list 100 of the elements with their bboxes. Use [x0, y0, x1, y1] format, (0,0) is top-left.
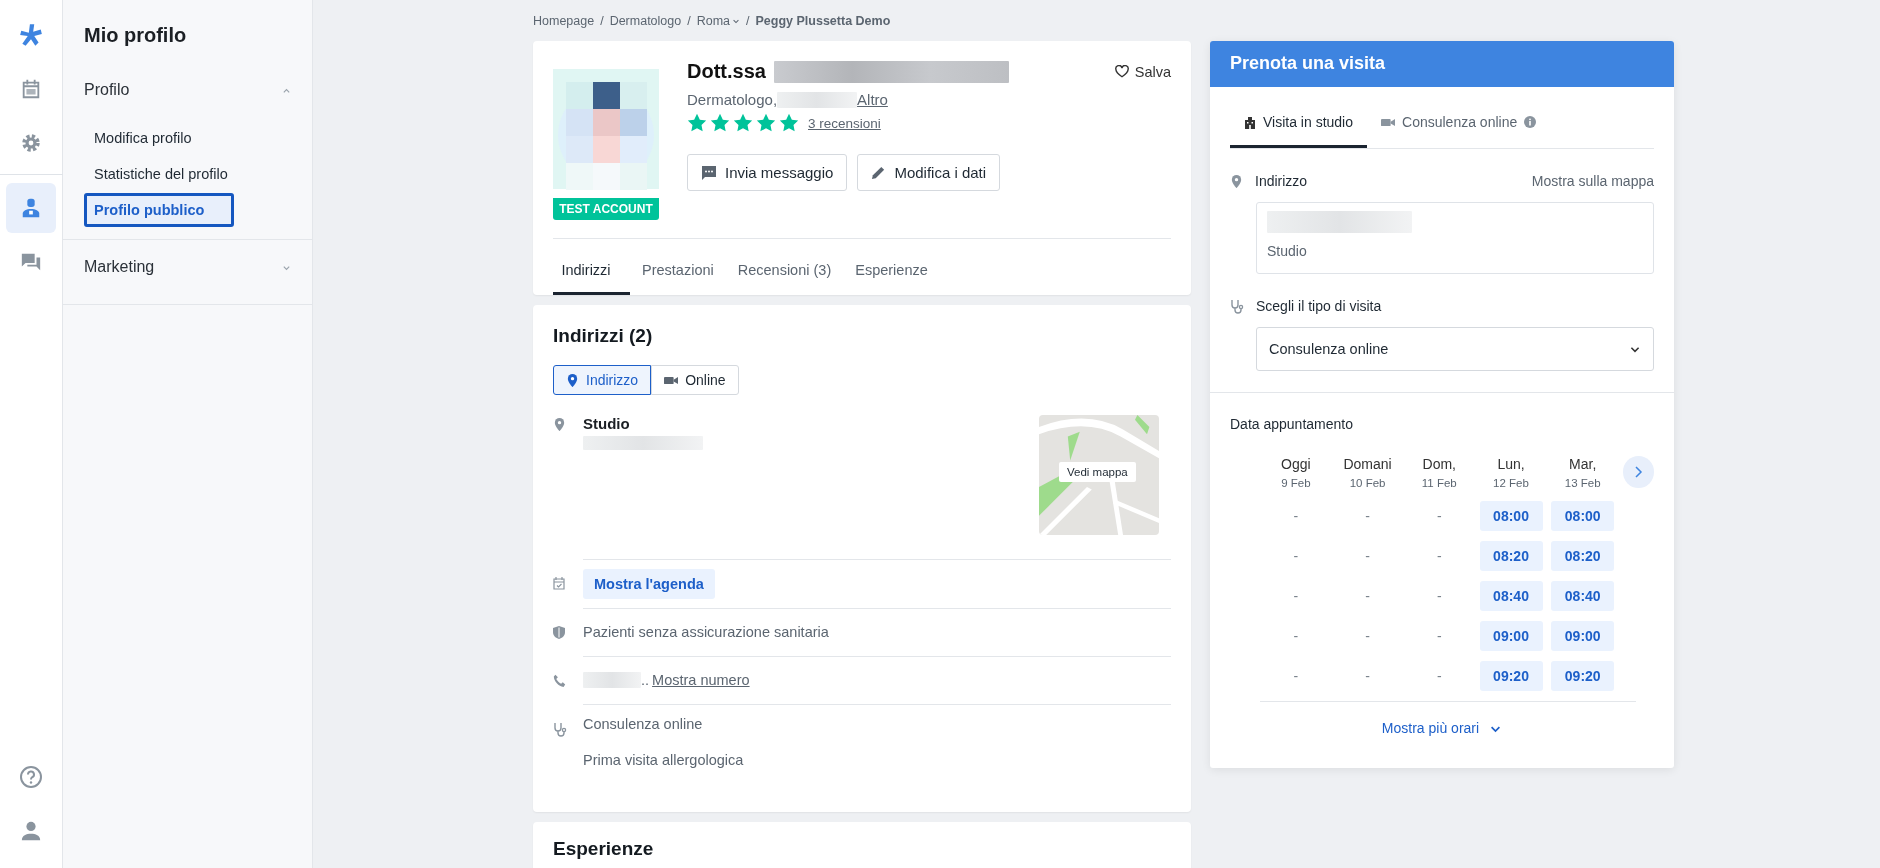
service-text: Prima visita allergologica [583, 752, 744, 768]
logo-icon [18, 22, 44, 48]
no-slot-text: - [1292, 547, 1300, 566]
calendar-icon [20, 78, 42, 100]
time-slot-button[interactable]: 08:00 [1551, 501, 1615, 531]
no-slot-text: - [1364, 507, 1371, 526]
booking-tab[interactable]: Consulenza online [1367, 102, 1551, 148]
pencil-icon [871, 165, 887, 180]
specialty-link[interactable]: Altro [857, 91, 888, 108]
save-button[interactable]: Salva [1114, 63, 1171, 80]
time-slot-button[interactable]: 09:00 [1551, 621, 1615, 651]
stethoscope-icon [553, 722, 567, 737]
profile-tab[interactable]: Prestazioni [630, 249, 726, 295]
no-slot-text: - [1435, 627, 1443, 646]
video-camera-icon [664, 374, 679, 386]
specialty-text: Dermatologo, [687, 91, 778, 108]
shield-icon [553, 626, 565, 639]
more-times-button[interactable]: Mostra più orari [1381, 720, 1503, 736]
section-header[interactable]: Marketing [84, 258, 291, 286]
no-slot-text: - [1435, 547, 1443, 566]
send-message-button[interactable]: Invia messaggio [687, 154, 848, 191]
doctor-title: Dott.ssa [687, 60, 766, 83]
phone-icon [553, 674, 566, 687]
show-number-link[interactable]: Mostra numero [652, 672, 750, 688]
day-date: 13 Feb [1564, 477, 1601, 489]
breadcrumb-separator: / [687, 14, 691, 28]
sidebar-item[interactable]: Modifica profilo [84, 121, 291, 155]
time-slot-button[interactable]: 09:20 [1551, 661, 1615, 691]
chevron-right-icon [1633, 465, 1644, 479]
no-slot-text: - [1364, 547, 1371, 566]
address-label: Indirizzo [1255, 173, 1308, 189]
day-name: Domani [1343, 456, 1392, 472]
star-icon [687, 113, 707, 133]
star-icon [710, 113, 730, 133]
day-name: Dom, [1422, 456, 1456, 472]
service-text: Consulenza online [583, 716, 704, 732]
section-header[interactable]: Profilo [84, 81, 291, 121]
breadcrumb-link[interactable]: Dermatologo [609, 14, 682, 28]
time-slot-button[interactable]: 08:40 [1479, 581, 1543, 611]
place-name: Studio [583, 415, 631, 432]
no-slot-text: - [1292, 667, 1300, 686]
profile-tab[interactable]: Recensioni (3) [725, 249, 844, 295]
day-date: 12 Feb [1493, 477, 1529, 489]
chat-icon [20, 251, 42, 273]
time-slot-button[interactable]: 09:00 [1479, 621, 1543, 651]
no-slot-text: - [1435, 667, 1443, 686]
section-title: Indirizzi (2) [553, 325, 654, 347]
reviews-link[interactable]: 3 recensioni [808, 115, 881, 131]
pin-icon [1230, 173, 1243, 189]
breadcrumb-link[interactable]: Homepage [533, 14, 595, 28]
next-days-button[interactable] [1622, 456, 1655, 488]
time-slot-button[interactable]: 09:20 [1479, 661, 1543, 691]
sidebar-item[interactable]: Statistiche del profilo [84, 157, 291, 191]
no-slot-text: - [1364, 667, 1371, 686]
booking-tab[interactable]: Visita in studio [1230, 102, 1367, 148]
day-date: 10 Feb [1349, 477, 1386, 489]
time-slot-button[interactable]: 08:00 [1479, 501, 1543, 531]
time-slot-button[interactable]: 08:40 [1551, 581, 1615, 611]
booking-header: Prenota una visita [1210, 41, 1674, 87]
video-camera-icon [1381, 116, 1395, 128]
edit-data-button[interactable]: Modifica i dati [857, 154, 1001, 191]
insurance-text: Pazienti senza assicurazione sanitaria [583, 624, 829, 640]
visit-type-dropdown[interactable]: Consulenza online [1256, 327, 1654, 371]
sidebar-item[interactable]: Profilo pubblico [84, 193, 234, 227]
caret-icon [732, 17, 741, 25]
no-slot-text: - [1292, 587, 1300, 606]
stethoscope-icon [1230, 298, 1244, 314]
address-toggle[interactable]: Indirizzo [553, 365, 652, 395]
time-slot-button[interactable]: 08:20 [1551, 541, 1615, 571]
no-slot-text: - [1435, 587, 1443, 606]
day-name: Mar, [1569, 456, 1597, 472]
address-toggle[interactable]: Online [651, 365, 739, 395]
star-icon [733, 113, 753, 133]
visit-type-label: Scegli il tipo di visita [1256, 298, 1382, 314]
day-date: 9 Feb [1281, 477, 1311, 489]
breadcrumb-separator: / [600, 14, 604, 28]
star-icon [779, 113, 799, 133]
profile-tab[interactable]: Esperienze [843, 249, 940, 295]
show-agenda-button[interactable]: Mostra l'agenda [583, 569, 715, 599]
blurred-phone [583, 672, 641, 688]
settings-icon [20, 132, 42, 154]
breadcrumb-link[interactable]: Roma [696, 14, 741, 28]
day-name: Lun, [1497, 456, 1525, 472]
view-map-button[interactable]: Vedi mappa [1059, 462, 1136, 482]
help-icon [19, 765, 43, 789]
profile-tab[interactable]: Indirizzi [553, 249, 630, 295]
day-name: Oggi [1281, 456, 1311, 472]
time-slot-button[interactable]: 08:20 [1479, 541, 1543, 571]
building-icon [1244, 115, 1256, 129]
ellipsis-text: .. [641, 672, 650, 688]
doctor-button[interactable] [6, 183, 56, 233]
show-on-map-link[interactable]: Mostra sulla mappa [1531, 173, 1654, 189]
no-slot-text: - [1364, 587, 1371, 606]
no-slot-text: - [1435, 507, 1443, 526]
section-title: Esperienze [553, 838, 655, 860]
pin-icon [566, 372, 579, 388]
doctor-icon [20, 197, 42, 219]
heart-icon [1114, 65, 1129, 78]
no-slot-text: - [1292, 627, 1300, 646]
pin-icon [553, 417, 566, 432]
